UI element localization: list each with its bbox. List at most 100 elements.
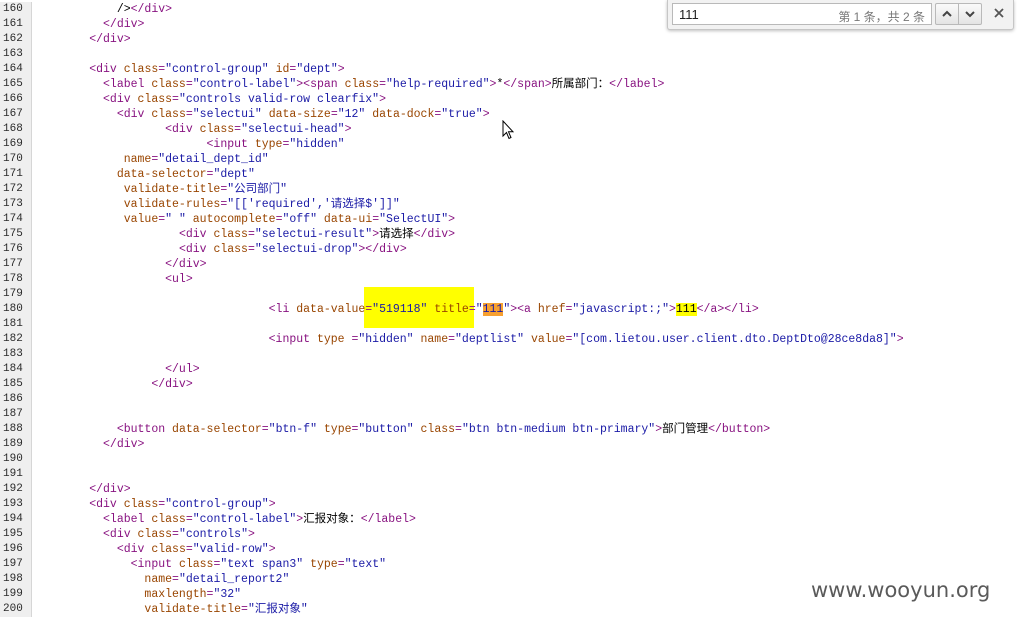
line-gutter: 163 xyxy=(0,47,32,62)
code-text: validate-title="汇报对象" xyxy=(34,602,307,617)
find-close-button[interactable] xyxy=(987,3,1011,25)
code-token: > xyxy=(896,333,904,346)
code-text: validate-title="公司部门" xyxy=(34,182,287,197)
code-token: = xyxy=(330,108,338,121)
line-gutter: 191 xyxy=(0,467,32,482)
code-line: 185 </div> xyxy=(0,377,1017,392)
code-text: <div class="selectui-result">请选择</div> xyxy=(34,227,455,242)
code-token: ><a xyxy=(510,303,538,316)
code-text: <li data-value="519118" title="111"><a h… xyxy=(34,302,759,317)
line-number: 163 xyxy=(3,48,23,60)
code-token: "[['required','请选择$']]" xyxy=(227,198,400,211)
code-token: "selectui-result" xyxy=(254,228,373,241)
code-token: "control-group" xyxy=(165,63,269,76)
line-gutter: 174 xyxy=(0,212,32,227)
code-token: "selectui-head" xyxy=(241,123,345,136)
line-number: 171 xyxy=(3,168,23,180)
code-token: ><span xyxy=(296,78,345,91)
find-next-button[interactable] xyxy=(958,3,982,25)
search-match: 111 xyxy=(675,303,697,316)
line-number: 181 xyxy=(3,318,23,330)
code-token: </span> xyxy=(503,78,552,91)
code-text: </div> xyxy=(34,437,144,452)
code-token: = xyxy=(172,93,179,106)
line-number: 165 xyxy=(3,78,23,90)
code-token: </div> xyxy=(89,483,131,496)
code-text: </div> xyxy=(34,377,192,392)
code-token: "32" xyxy=(213,588,242,601)
line-gutter: 193 xyxy=(0,497,32,512)
code-token: class xyxy=(151,108,186,121)
line-number: 189 xyxy=(3,438,23,450)
line-number: 160 xyxy=(3,3,23,15)
code-token: <div xyxy=(116,543,152,556)
code-token: = xyxy=(247,228,255,241)
code-token: 所属部门： xyxy=(551,78,610,91)
code-token: 请选择 xyxy=(379,228,414,241)
line-number: 170 xyxy=(3,153,23,165)
code-text: <div class="controls"> xyxy=(34,527,255,542)
code-token: <div xyxy=(103,528,138,541)
code-token: </div> xyxy=(130,3,173,16)
code-token: = xyxy=(261,423,269,436)
code-text: <input type ="hidden" name="deptlist" va… xyxy=(34,332,904,347)
source-viewer[interactable]: 160 /></div> 161 </div> 162 </div> 163 164 <… xyxy=(0,0,1017,619)
code-line: 178 <ul> xyxy=(0,272,1017,287)
line-gutter: 168 xyxy=(0,122,32,137)
line-number: 194 xyxy=(3,513,23,525)
code-token: <div xyxy=(178,228,214,241)
line-number: 176 xyxy=(3,243,23,255)
code-token: "selectui" xyxy=(192,108,262,121)
code-text: name="detail_dept_id" xyxy=(34,152,269,167)
line-gutter: 180 xyxy=(0,302,32,317)
code-token: name xyxy=(420,333,449,346)
code-token: href xyxy=(537,303,566,316)
line-gutter: 181 xyxy=(0,317,32,332)
code-line: 164 <div class="control-group" id="dept"… xyxy=(0,62,1017,77)
code-token: > xyxy=(337,63,345,76)
find-previous-button[interactable] xyxy=(935,3,959,25)
code-text: <label class="control-label">汇报对象：</labe… xyxy=(34,512,416,527)
code-token: = xyxy=(185,78,193,91)
code-text: name="detail_report2" xyxy=(34,572,289,587)
code-text: </div> xyxy=(34,257,206,272)
line-gutter: 199 xyxy=(0,587,32,602)
find-query[interactable]: 111 xyxy=(679,7,699,22)
code-line: 187 xyxy=(0,407,1017,422)
code-text: <input type="hidden" xyxy=(34,137,345,152)
code-token: "[com.lietou.user.client.dto.DeptDto@28c… xyxy=(572,333,897,346)
code-line: 176 <div class="selectui-drop"></div> xyxy=(0,242,1017,257)
code-text: </div> xyxy=(34,17,144,32)
line-gutter: 162 xyxy=(0,32,32,47)
line-gutter: 173 xyxy=(0,197,32,212)
code-token: data-ui xyxy=(323,213,373,226)
code-token: > xyxy=(344,123,352,136)
line-number: 179 xyxy=(3,288,23,300)
search-match: 111 xyxy=(482,303,504,316)
code-token: = xyxy=(241,603,248,616)
code-token: = xyxy=(455,423,462,436)
code-line: 189 </div> xyxy=(0,437,1017,452)
code-line: 174 value=" " autocomplete="off" data-ui… xyxy=(0,212,1017,227)
code-text: </div> xyxy=(34,482,131,497)
line-gutter: 166 xyxy=(0,92,32,107)
code-token: </div> xyxy=(413,228,456,241)
code-token: > xyxy=(268,498,276,511)
code-token: "control-label" xyxy=(192,513,297,526)
code-token: "dept" xyxy=(296,63,338,76)
code-line: 172 validate-title="公司部门" xyxy=(0,182,1017,197)
code-token: data-selector xyxy=(116,168,207,181)
line-gutter: 164 xyxy=(0,62,32,77)
code-token: data-dock xyxy=(372,108,435,121)
find-input[interactable]: 111 第 1 条，共 2 条 xyxy=(672,3,932,25)
